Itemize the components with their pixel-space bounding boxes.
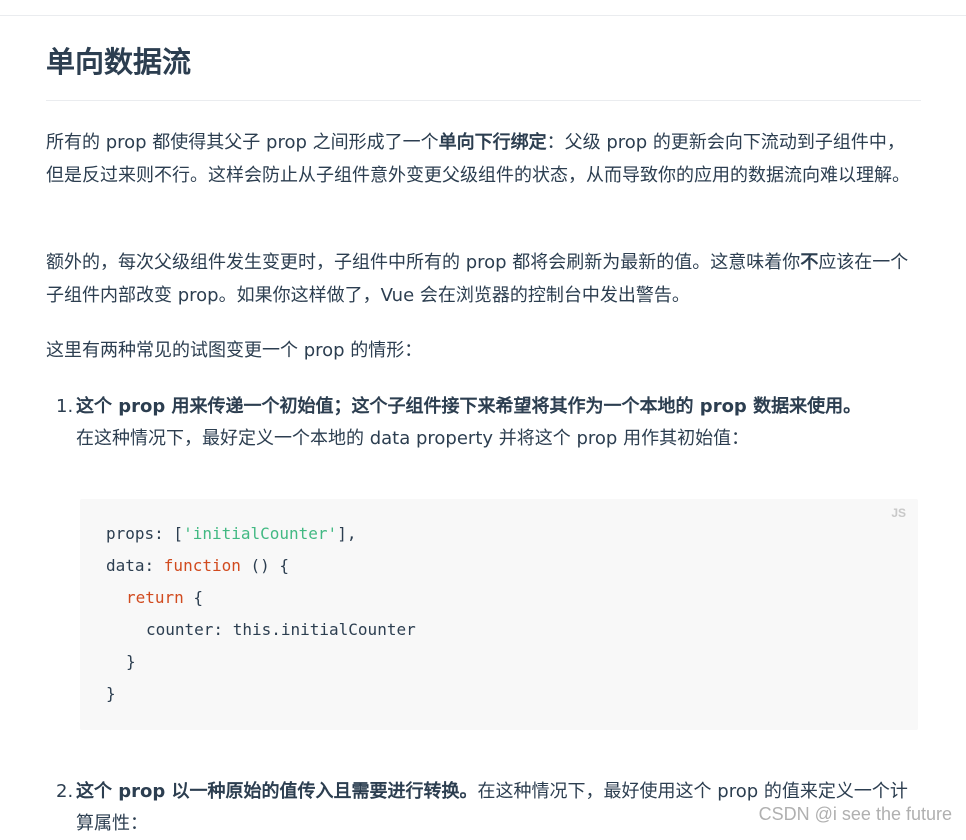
list-item-text: 在这种情况下，最好定义一个本地的 data property 并将这个 prop…	[76, 428, 750, 449]
list-item-number: 1.	[56, 396, 74, 417]
para2-text-before: 额外的，每次父级组件发生变更时，子组件中所有的 prop 都将会刷新为最新的值。…	[46, 252, 801, 273]
code-language-label: JS	[891, 506, 906, 520]
code-line: return {	[126, 588, 204, 607]
paragraph-one-way-binding: 所有的 prop 都使得其父子 prop 之间形成了一个单向下行绑定：父级 pr…	[46, 126, 921, 192]
paragraph-two-cases: 这里有两种常见的试图变更一个 prop 的情形：	[46, 340, 423, 361]
code-block[interactable]: JS props: ['initialCounter'], data: func…	[80, 499, 918, 730]
list-item-number: 2.	[56, 781, 74, 802]
code-line: counter: this.initialCounter	[146, 620, 416, 639]
code-line: data: function () {	[106, 556, 290, 575]
section-heading: 单向数据流	[46, 45, 192, 79]
csdn-watermark: CSDN @i see the future	[758, 804, 952, 824]
code-line: }	[106, 684, 116, 703]
list-item-body: 这个 prop 用来传递一个初始值；这个子组件接下来希望将其作为一个本地的 pr…	[76, 391, 921, 455]
heading-divider	[46, 100, 921, 101]
para1-text-before: 所有的 prop 都使得其父子 prop 之间形成了一个	[46, 132, 439, 153]
para1-bold: 单向下行绑定	[438, 132, 547, 153]
paragraph-prop-refresh: 额外的，每次父级组件发生变更时，子组件中所有的 prop 都将会刷新为最新的值。…	[46, 246, 921, 312]
code-line: }	[126, 652, 136, 671]
list-item-bold: 这个 prop 用来传递一个初始值；这个子组件接下来希望将其作为一个本地的 pr…	[76, 396, 862, 417]
code-line: props: ['initialCounter'],	[106, 524, 357, 543]
list-item-bold: 这个 prop 以一种原始的值传入且需要进行转换。	[76, 781, 478, 802]
top-divider	[0, 15, 966, 16]
para2-bold: 不	[800, 252, 819, 273]
